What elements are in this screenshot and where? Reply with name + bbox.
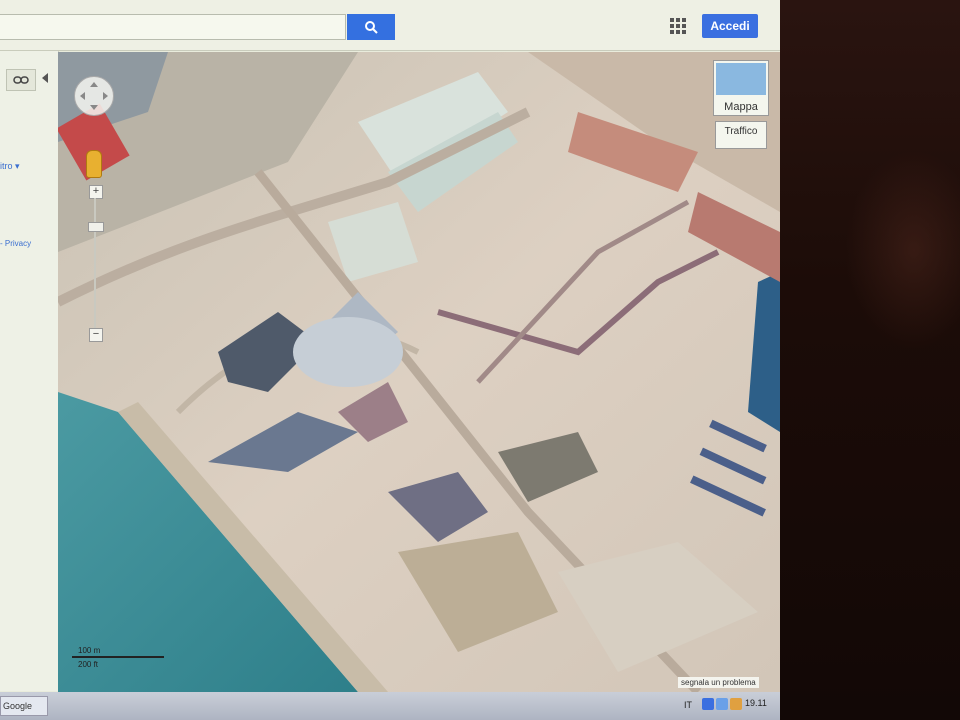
traffic-label: Traffico <box>724 126 758 137</box>
link-button[interactable] <box>6 69 36 91</box>
scale-bar <box>72 656 164 658</box>
collapse-panel-icon[interactable] <box>42 73 48 83</box>
taskbar-app-button[interactable]: Google <box>0 696 48 716</box>
pan-down-icon[interactable] <box>90 105 98 110</box>
left-panel: itro ▾ - Privacy <box>0 51 59 691</box>
satellite-imagery <box>58 52 780 692</box>
search-input[interactable] <box>0 14 346 40</box>
scale-imperial: 200 ft <box>78 660 99 669</box>
pan-right-icon[interactable] <box>103 92 108 100</box>
background-reflection <box>845 150 960 350</box>
street-view-pegman-icon[interactable] <box>86 150 102 178</box>
zoom-slider-thumb[interactable] <box>88 222 104 232</box>
volume-icon[interactable] <box>730 698 742 710</box>
maps-header: Accedi <box>0 0 780 51</box>
zoom-out-button[interactable]: − <box>89 328 103 342</box>
apps-grid-icon[interactable] <box>668 16 688 36</box>
privacy-link[interactable]: - Privacy <box>0 239 31 248</box>
taskbar-clock: 19.11 <box>745 698 767 708</box>
browser-window: Accedi itro ▾ - Privacy + − Mappa Traffi… <box>0 0 780 720</box>
search-button[interactable] <box>347 14 395 40</box>
report-problem-link[interactable]: segnala un problema <box>678 677 759 688</box>
map-mode-label: Mappa <box>724 101 758 113</box>
scale-metric: 100 m <box>78 646 101 655</box>
traffic-layer-button[interactable]: Traffico <box>715 121 767 149</box>
zoom-in-button[interactable]: + <box>89 185 103 199</box>
pan-left-icon[interactable] <box>80 92 85 100</box>
pan-control[interactable] <box>74 76 114 116</box>
network-icon[interactable] <box>702 698 714 710</box>
link-icon <box>13 76 29 84</box>
filter-link[interactable]: itro ▾ <box>0 161 20 172</box>
system-tray-icon[interactable] <box>716 698 728 710</box>
satellite-map[interactable] <box>58 52 780 692</box>
map-scale: 100 m 200 ft <box>70 646 170 674</box>
monitor-bezel <box>780 0 960 720</box>
os-taskbar: Google IT 19.11 <box>0 692 780 720</box>
search-icon <box>365 21 378 34</box>
map-mode-toggle[interactable]: Mappa <box>713 60 769 116</box>
map-thumbnail-icon <box>716 63 766 95</box>
signin-button[interactable]: Accedi <box>702 14 758 38</box>
zoom-slider-track[interactable] <box>94 198 96 328</box>
language-indicator[interactable]: IT <box>684 700 692 710</box>
pan-up-icon[interactable] <box>90 82 98 87</box>
